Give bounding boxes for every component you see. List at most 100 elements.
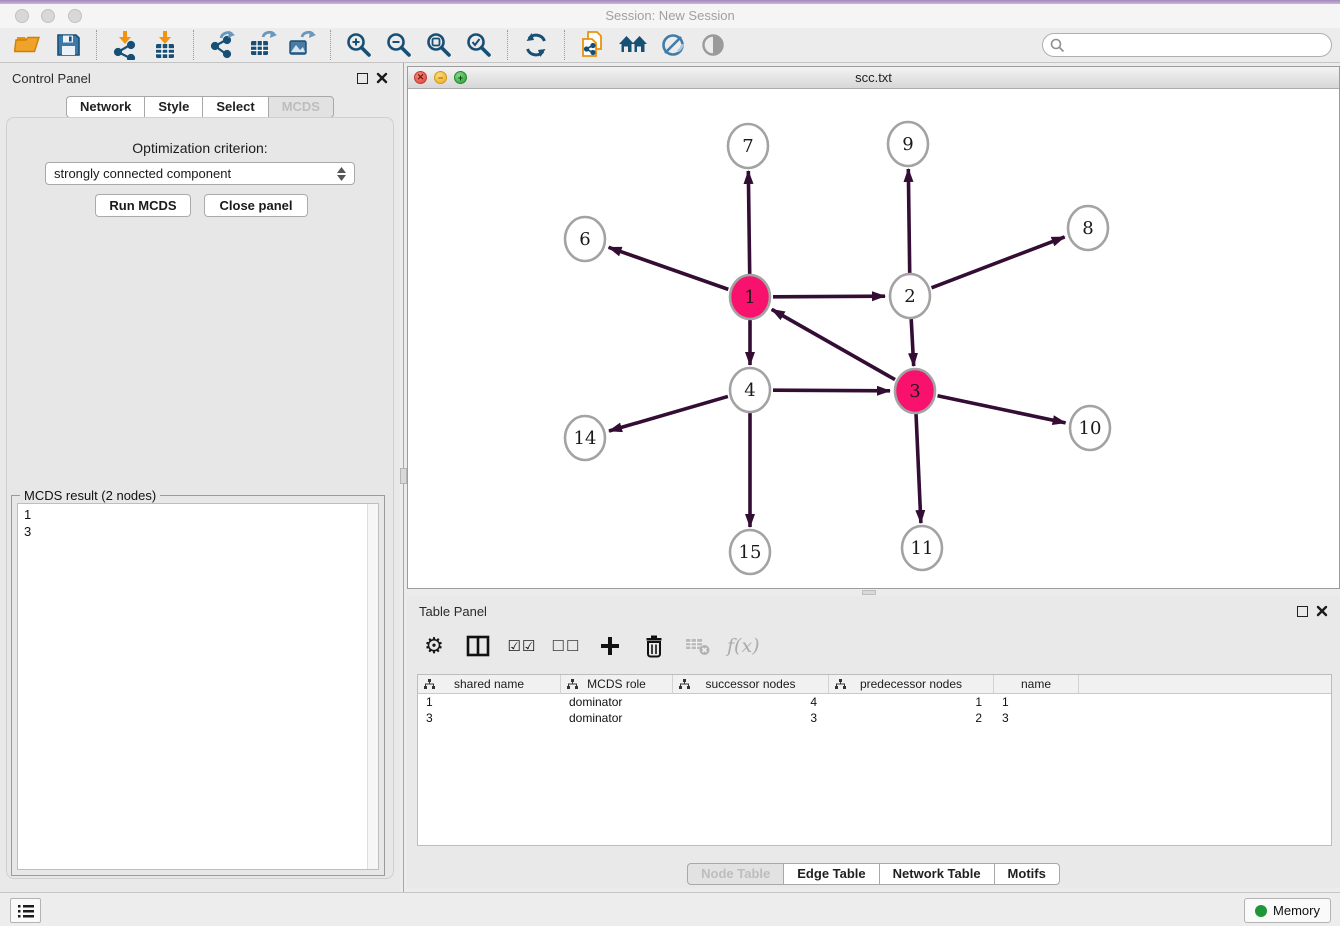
delete-table-icon[interactable] bbox=[683, 629, 713, 663]
network-window-titlebar[interactable]: scc.txt bbox=[408, 67, 1339, 89]
table-row[interactable]: 1dominator411 bbox=[418, 694, 1331, 710]
column-header-predecessor-nodes[interactable]: predecessor nodes bbox=[829, 675, 994, 693]
graph-edge-1-7[interactable] bbox=[748, 171, 749, 274]
cell-name[interactable]: 1 bbox=[994, 694, 1079, 710]
minimize-window-icon[interactable] bbox=[41, 9, 55, 23]
graph-edge-2-8[interactable] bbox=[931, 237, 1064, 288]
graph-node-15[interactable]: 15 bbox=[730, 530, 770, 574]
graph-node-6[interactable]: 6 bbox=[565, 217, 605, 261]
optimization-select[interactable]: strongly connected component bbox=[45, 162, 355, 185]
table-row[interactable]: 3dominator323 bbox=[418, 710, 1331, 726]
save-session-button[interactable] bbox=[51, 30, 85, 60]
graph-edge-2-3[interactable] bbox=[911, 319, 913, 366]
cell-name[interactable]: 3 bbox=[994, 710, 1079, 726]
vertical-split-divider[interactable] bbox=[400, 63, 407, 892]
graph-node-14[interactable]: 14 bbox=[565, 416, 605, 460]
table-tab-node-table[interactable]: Node Table bbox=[687, 863, 783, 885]
search-input[interactable] bbox=[1042, 33, 1332, 57]
import-table-button[interactable] bbox=[148, 30, 182, 60]
graph-node-4[interactable]: 4 bbox=[730, 368, 770, 412]
cell-successor-nodes[interactable]: 4 bbox=[673, 694, 829, 710]
table-body[interactable]: 1dominator4113dominator323 bbox=[418, 694, 1331, 726]
hide-style-button[interactable] bbox=[656, 30, 690, 60]
result-line: 1 bbox=[24, 506, 372, 523]
column-header-name[interactable]: name bbox=[994, 675, 1079, 693]
graph-edge-2-9[interactable] bbox=[908, 169, 909, 273]
tab-select[interactable]: Select bbox=[202, 96, 267, 118]
zoom-out-button[interactable] bbox=[382, 30, 416, 60]
result-scrollbar[interactable] bbox=[367, 504, 378, 869]
zoom-fit-button[interactable] bbox=[422, 30, 456, 60]
graph-node-9[interactable]: 9 bbox=[888, 122, 928, 166]
cell-successor-nodes[interactable]: 3 bbox=[673, 710, 829, 726]
import-network-button[interactable] bbox=[108, 30, 142, 60]
graph-edge-3-1[interactable] bbox=[772, 309, 895, 379]
tab-mcds[interactable]: MCDS bbox=[268, 96, 334, 118]
close-panel-icon[interactable] bbox=[376, 72, 388, 84]
table-tab-edge-table[interactable]: Edge Table bbox=[783, 863, 878, 885]
float-panel-icon[interactable] bbox=[357, 73, 368, 84]
graph-node-3[interactable]: 3 bbox=[895, 369, 935, 413]
close-panel-icon[interactable] bbox=[1316, 605, 1328, 617]
graph-edge-1-2[interactable] bbox=[773, 296, 885, 297]
float-panel-icon[interactable] bbox=[1297, 606, 1308, 617]
graph-node-10[interactable]: 10 bbox=[1070, 406, 1110, 450]
table-tab-network-table[interactable]: Network Table bbox=[879, 863, 994, 885]
network-canvas[interactable]: 7 9 6 8 1 2 4 3 14 10 15 11 bbox=[408, 89, 1339, 588]
column-header-shared-name[interactable]: shared name bbox=[418, 675, 561, 693]
graph-edge-3-10[interactable] bbox=[938, 396, 1066, 423]
export-table-button[interactable] bbox=[245, 30, 279, 60]
memory-button[interactable]: Memory bbox=[1244, 898, 1331, 923]
show-details-eye-icon[interactable] bbox=[696, 30, 730, 60]
open-session-button[interactable] bbox=[11, 30, 45, 60]
column-header-mcds-role[interactable]: MCDS role bbox=[561, 675, 673, 693]
select-all-icon[interactable] bbox=[507, 629, 537, 663]
graph-svg[interactable]: 7 9 6 8 1 2 4 3 14 10 15 11 bbox=[408, 89, 1339, 588]
cell-shared-name[interactable]: 1 bbox=[418, 694, 561, 710]
graph-edge-4-14[interactable] bbox=[609, 396, 728, 431]
graph-edge-4-3[interactable] bbox=[773, 390, 890, 391]
toolbar-separator bbox=[193, 30, 194, 60]
add-column-icon[interactable] bbox=[595, 629, 625, 663]
graph-node-1[interactable]: 1 bbox=[730, 275, 770, 319]
table-settings-gear-icon[interactable] bbox=[419, 629, 449, 663]
cell-shared-name[interactable]: 3 bbox=[418, 710, 561, 726]
column-header-successor-nodes[interactable]: successor nodes bbox=[673, 675, 829, 693]
app-title: Session: New Session bbox=[0, 4, 1340, 28]
duplicate-network-button[interactable] bbox=[576, 30, 610, 60]
show-columns-icon[interactable] bbox=[463, 629, 493, 663]
refresh-view-button[interactable] bbox=[519, 30, 553, 60]
divider-grab-handle[interactable] bbox=[862, 590, 876, 595]
cell-mcds-role[interactable]: dominator bbox=[561, 710, 673, 726]
cell-mcds-role[interactable]: dominator bbox=[561, 694, 673, 710]
graph-node-7[interactable]: 7 bbox=[728, 124, 768, 168]
close-window-icon[interactable] bbox=[15, 9, 29, 23]
home-layout-button[interactable] bbox=[616, 30, 650, 60]
task-history-button[interactable] bbox=[10, 898, 41, 923]
table-tab-motifs[interactable]: Motifs bbox=[994, 863, 1060, 885]
run-mcds-button[interactable]: Run MCDS bbox=[95, 194, 191, 217]
deselect-all-icon[interactable] bbox=[551, 629, 581, 663]
horizontal-split-divider[interactable] bbox=[407, 589, 1340, 596]
delete-column-trash-icon[interactable] bbox=[639, 629, 669, 663]
zoom-window-icon[interactable] bbox=[68, 9, 82, 23]
graph-node-2[interactable]: 2 bbox=[890, 274, 930, 318]
tab-style[interactable]: Style bbox=[144, 96, 202, 118]
graph-node-label: 14 bbox=[574, 428, 597, 449]
graph-node-8[interactable]: 8 bbox=[1068, 206, 1108, 250]
network-title: scc.txt bbox=[408, 70, 1339, 85]
graph-node-11[interactable]: 11 bbox=[902, 526, 942, 570]
function-builder-icon[interactable]: f(x) bbox=[727, 629, 760, 663]
graph-edge-3-11[interactable] bbox=[916, 414, 921, 523]
zoom-in-button[interactable] bbox=[342, 30, 376, 60]
divider-grab-handle[interactable] bbox=[400, 468, 407, 484]
export-network-button[interactable] bbox=[205, 30, 239, 60]
graph-edge-1-6[interactable] bbox=[609, 247, 729, 289]
close-panel-button[interactable]: Close panel bbox=[204, 194, 308, 217]
cell-predecessor-nodes[interactable]: 2 bbox=[829, 710, 994, 726]
cell-predecessor-nodes[interactable]: 1 bbox=[829, 694, 994, 710]
tab-network[interactable]: Network bbox=[66, 96, 144, 118]
export-image-button[interactable] bbox=[285, 30, 319, 60]
mcds-result-text[interactable]: 13 bbox=[17, 503, 379, 870]
zoom-selected-button[interactable] bbox=[462, 30, 496, 60]
